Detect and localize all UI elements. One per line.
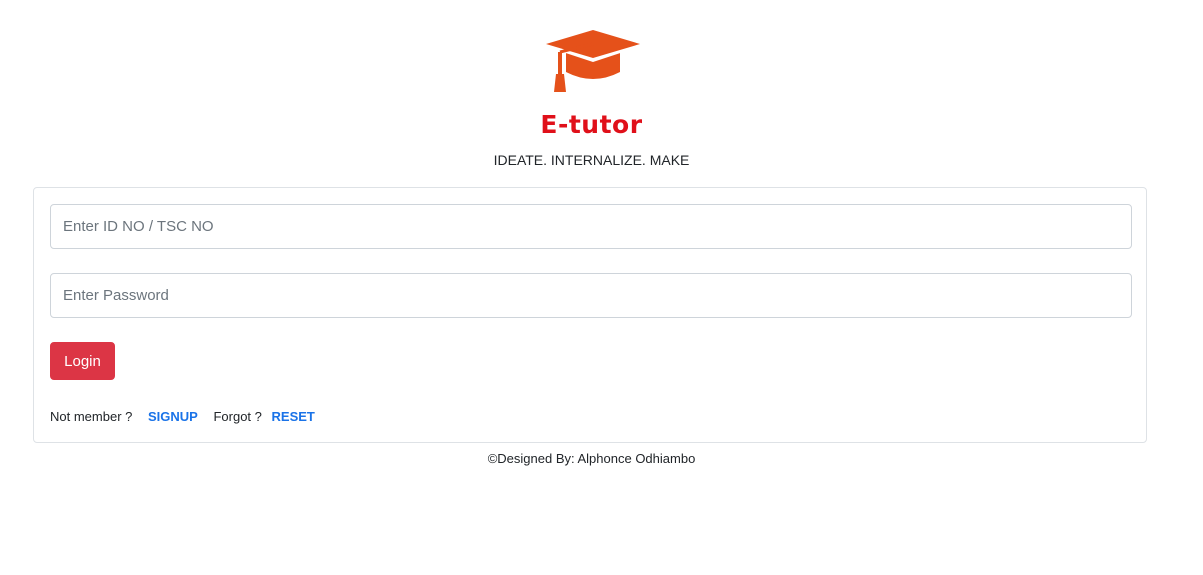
reset-link[interactable]: RESET bbox=[272, 409, 315, 424]
tagline: IDEATE. INTERNALIZE. MAKE bbox=[493, 152, 690, 168]
brand-name: E-tutor bbox=[540, 110, 643, 139]
id-number-input[interactable] bbox=[50, 204, 1132, 249]
graduation-cap-icon bbox=[546, 30, 640, 92]
forgot-text: Forgot ? bbox=[213, 409, 262, 424]
login-card: Login Not member ? SIGNUP Forgot ? RESET bbox=[33, 187, 1147, 443]
signup-link[interactable]: SIGNUP bbox=[148, 409, 198, 424]
account-links: Not member ? SIGNUP Forgot ? RESET bbox=[50, 408, 315, 426]
not-member-text: Not member ? bbox=[50, 409, 133, 424]
login-button[interactable]: Login bbox=[50, 342, 115, 380]
login-page: E-tutor IDEATE. INTERNALIZE. MAKE Login … bbox=[0, 0, 1203, 575]
footer-credit: ©Designed By: Alphonce Odhiambo bbox=[487, 451, 696, 466]
password-input[interactable] bbox=[50, 273, 1132, 318]
